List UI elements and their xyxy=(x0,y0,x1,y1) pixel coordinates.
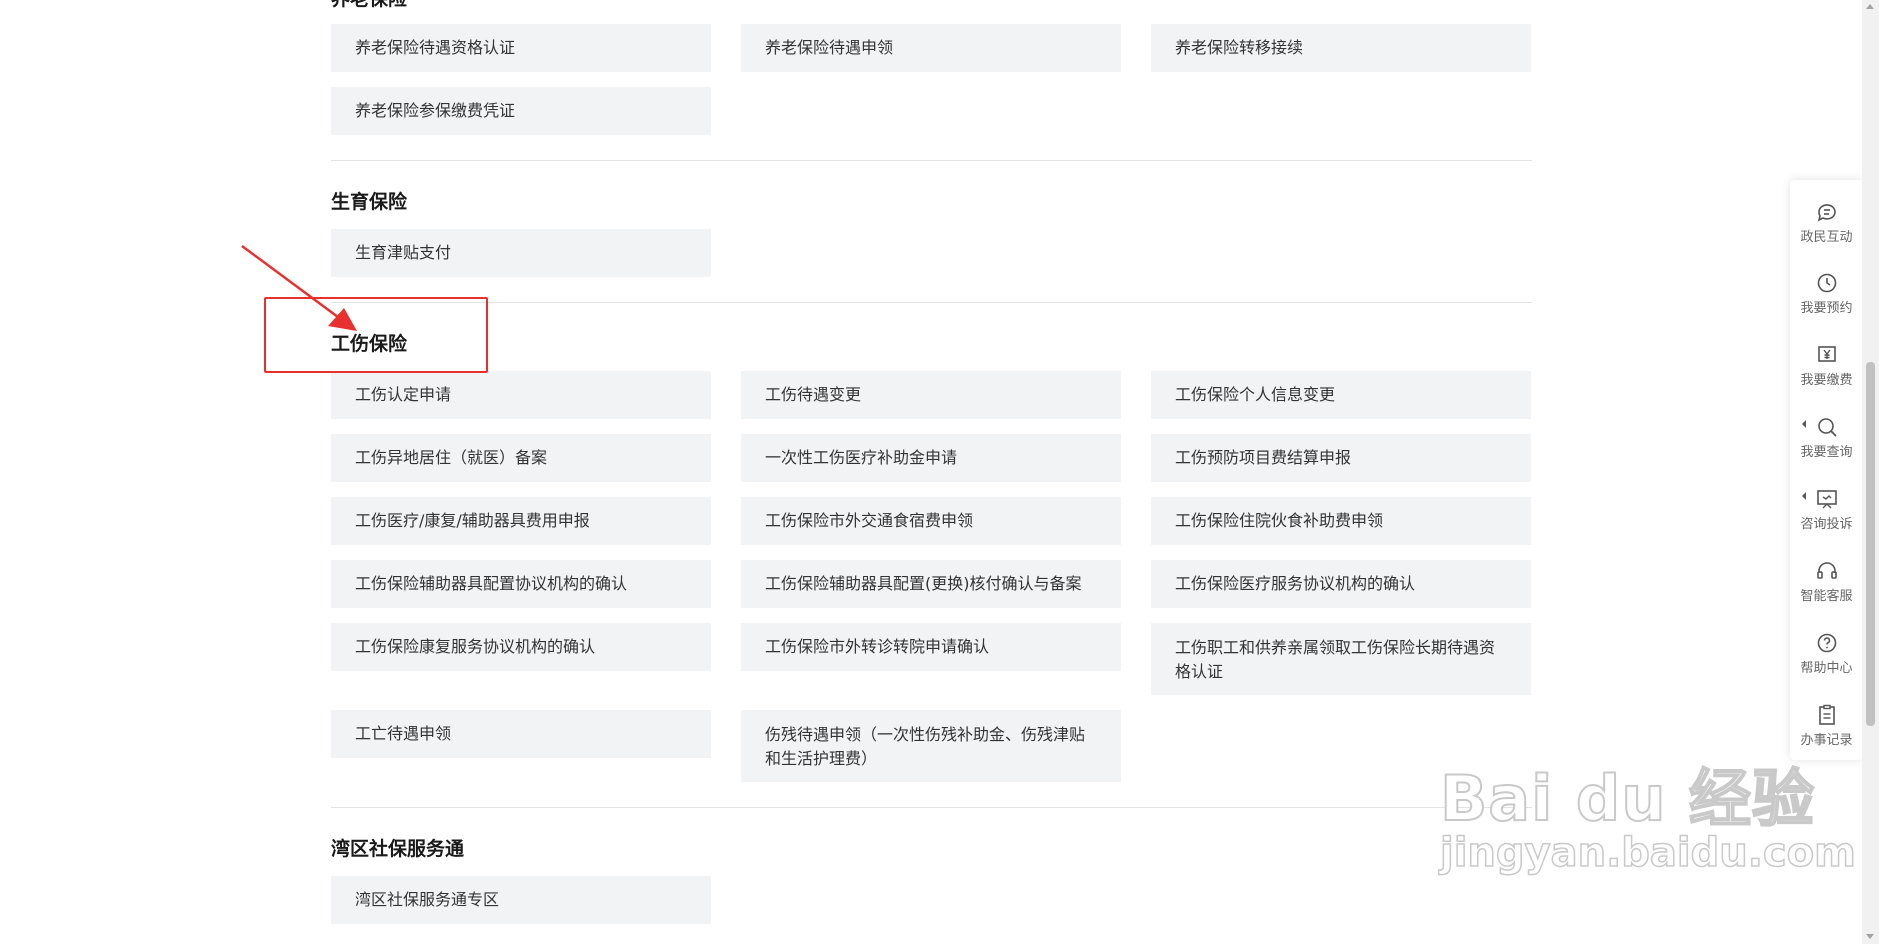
service-card[interactable]: 养老保险待遇申领 xyxy=(741,24,1121,72)
annotation-arrow-icon xyxy=(241,244,357,331)
scroll-down-icon[interactable] xyxy=(1866,934,1874,939)
payment-icon xyxy=(1817,346,1836,362)
service-card[interactable]: 工伤保险市外交通食宿费申领 xyxy=(741,497,1121,545)
service-card[interactable]: 一次性工伤医疗补助金申请 xyxy=(741,434,1121,482)
section-divider xyxy=(331,807,1532,808)
toolbar-item-payment[interactable]: 我要缴费 xyxy=(1790,337,1863,397)
service-card[interactable]: 工伤保险辅助器具配置(更换)核付确认与备案 xyxy=(741,560,1121,608)
section-title-pension: 养老保险 xyxy=(331,0,407,11)
toolbar-item-appointment[interactable]: 我要预约 xyxy=(1790,265,1863,325)
chat-icon xyxy=(1817,204,1836,222)
service-card[interactable]: 湾区社保服务通专区 xyxy=(331,876,711,924)
headset-icon xyxy=(1816,562,1837,579)
search-icon xyxy=(1817,418,1837,437)
service-card[interactable]: 工伤保险个人信息变更 xyxy=(1151,371,1531,419)
watermark-sub: jingyan.baidu.com xyxy=(1439,829,1856,877)
service-card[interactable]: 工伤医疗/康复/辅助器具费用申报 xyxy=(331,497,711,545)
service-card[interactable]: 工伤认定申请 xyxy=(331,371,711,419)
service-card[interactable]: 养老保险转移接续 xyxy=(1151,24,1531,72)
toolbar-label: 政民互动 xyxy=(1800,230,1853,245)
toolbar-item-service[interactable]: 智能客服 xyxy=(1790,553,1863,613)
clock-icon xyxy=(1817,273,1836,293)
consult-icon xyxy=(1816,490,1837,509)
section-divider xyxy=(331,302,1532,303)
help-icon xyxy=(1817,633,1836,653)
service-card[interactable]: 工亡待遇申领 xyxy=(331,710,711,758)
service-card[interactable]: 养老保险待遇资格认证 xyxy=(331,24,711,72)
section-title-bay-area: 湾区社保服务通 xyxy=(331,838,465,860)
toolbar-label: 我要缴费 xyxy=(1800,373,1853,388)
toolbar-label: 我要预约 xyxy=(1800,301,1853,316)
section-divider xyxy=(331,160,1532,161)
side-toolbar: 政民互动 我要预约 我要缴费 我要查询 咨询投诉 智能客服 帮助中心 办事记录 xyxy=(1790,180,1863,760)
scrollbar-thumb[interactable] xyxy=(1866,362,1875,726)
service-card[interactable]: 工伤待遇变更 xyxy=(741,371,1121,419)
toolbar-label: 我要查询 xyxy=(1800,445,1853,460)
service-card[interactable]: 工伤异地居住（就医）备案 xyxy=(331,434,711,482)
watermark-main: Bai du 经验 xyxy=(1439,761,1816,836)
service-card[interactable]: 工伤保险康复服务协议机构的确认 xyxy=(331,623,711,671)
service-card[interactable]: 生育津贴支付 xyxy=(331,229,711,277)
toolbar-item-help[interactable]: 帮助中心 xyxy=(1790,625,1863,685)
service-card[interactable]: 工伤保险市外转诊转院申请确认 xyxy=(741,623,1121,671)
collapse-arrow-icon[interactable] xyxy=(1802,420,1806,428)
toolbar-item-complaint[interactable]: 咨询投诉 xyxy=(1790,481,1863,541)
toolbar-label: 帮助中心 xyxy=(1800,661,1853,676)
toolbar-item-interaction[interactable]: 政民互动 xyxy=(1790,194,1863,254)
service-card[interactable]: 工伤保险住院伙食补助费申领 xyxy=(1151,497,1531,545)
toolbar-label: 咨询投诉 xyxy=(1800,517,1853,532)
toolbar-label: 办事记录 xyxy=(1800,733,1853,748)
service-card[interactable]: 工伤职工和供养亲属领取工伤保险长期待遇资格认证 xyxy=(1151,623,1531,695)
service-card[interactable]: 工伤保险辅助器具配置协议机构的确认 xyxy=(331,560,711,608)
collapse-arrow-icon[interactable] xyxy=(1802,492,1806,500)
clipboard-icon xyxy=(1818,704,1835,725)
watermark: Bai du 经验 jingyan.baidu.com xyxy=(1439,748,1857,877)
toolbar-item-query[interactable]: 我要查询 xyxy=(1790,409,1863,469)
section-title-maternity: 生育保险 xyxy=(331,191,408,213)
scroll-up-icon[interactable] xyxy=(1866,4,1874,9)
service-card[interactable]: 工伤预防项目费结算申报 xyxy=(1151,434,1531,482)
service-card[interactable]: 伤残待遇申领（一次性伤残补助金、伤残津贴和生活护理费） xyxy=(741,710,1121,782)
toolbar-label: 智能客服 xyxy=(1800,589,1853,604)
service-card[interactable]: 工伤保险医疗服务协议机构的确认 xyxy=(1151,560,1531,608)
service-card[interactable]: 养老保险参保缴费凭证 xyxy=(331,87,711,135)
